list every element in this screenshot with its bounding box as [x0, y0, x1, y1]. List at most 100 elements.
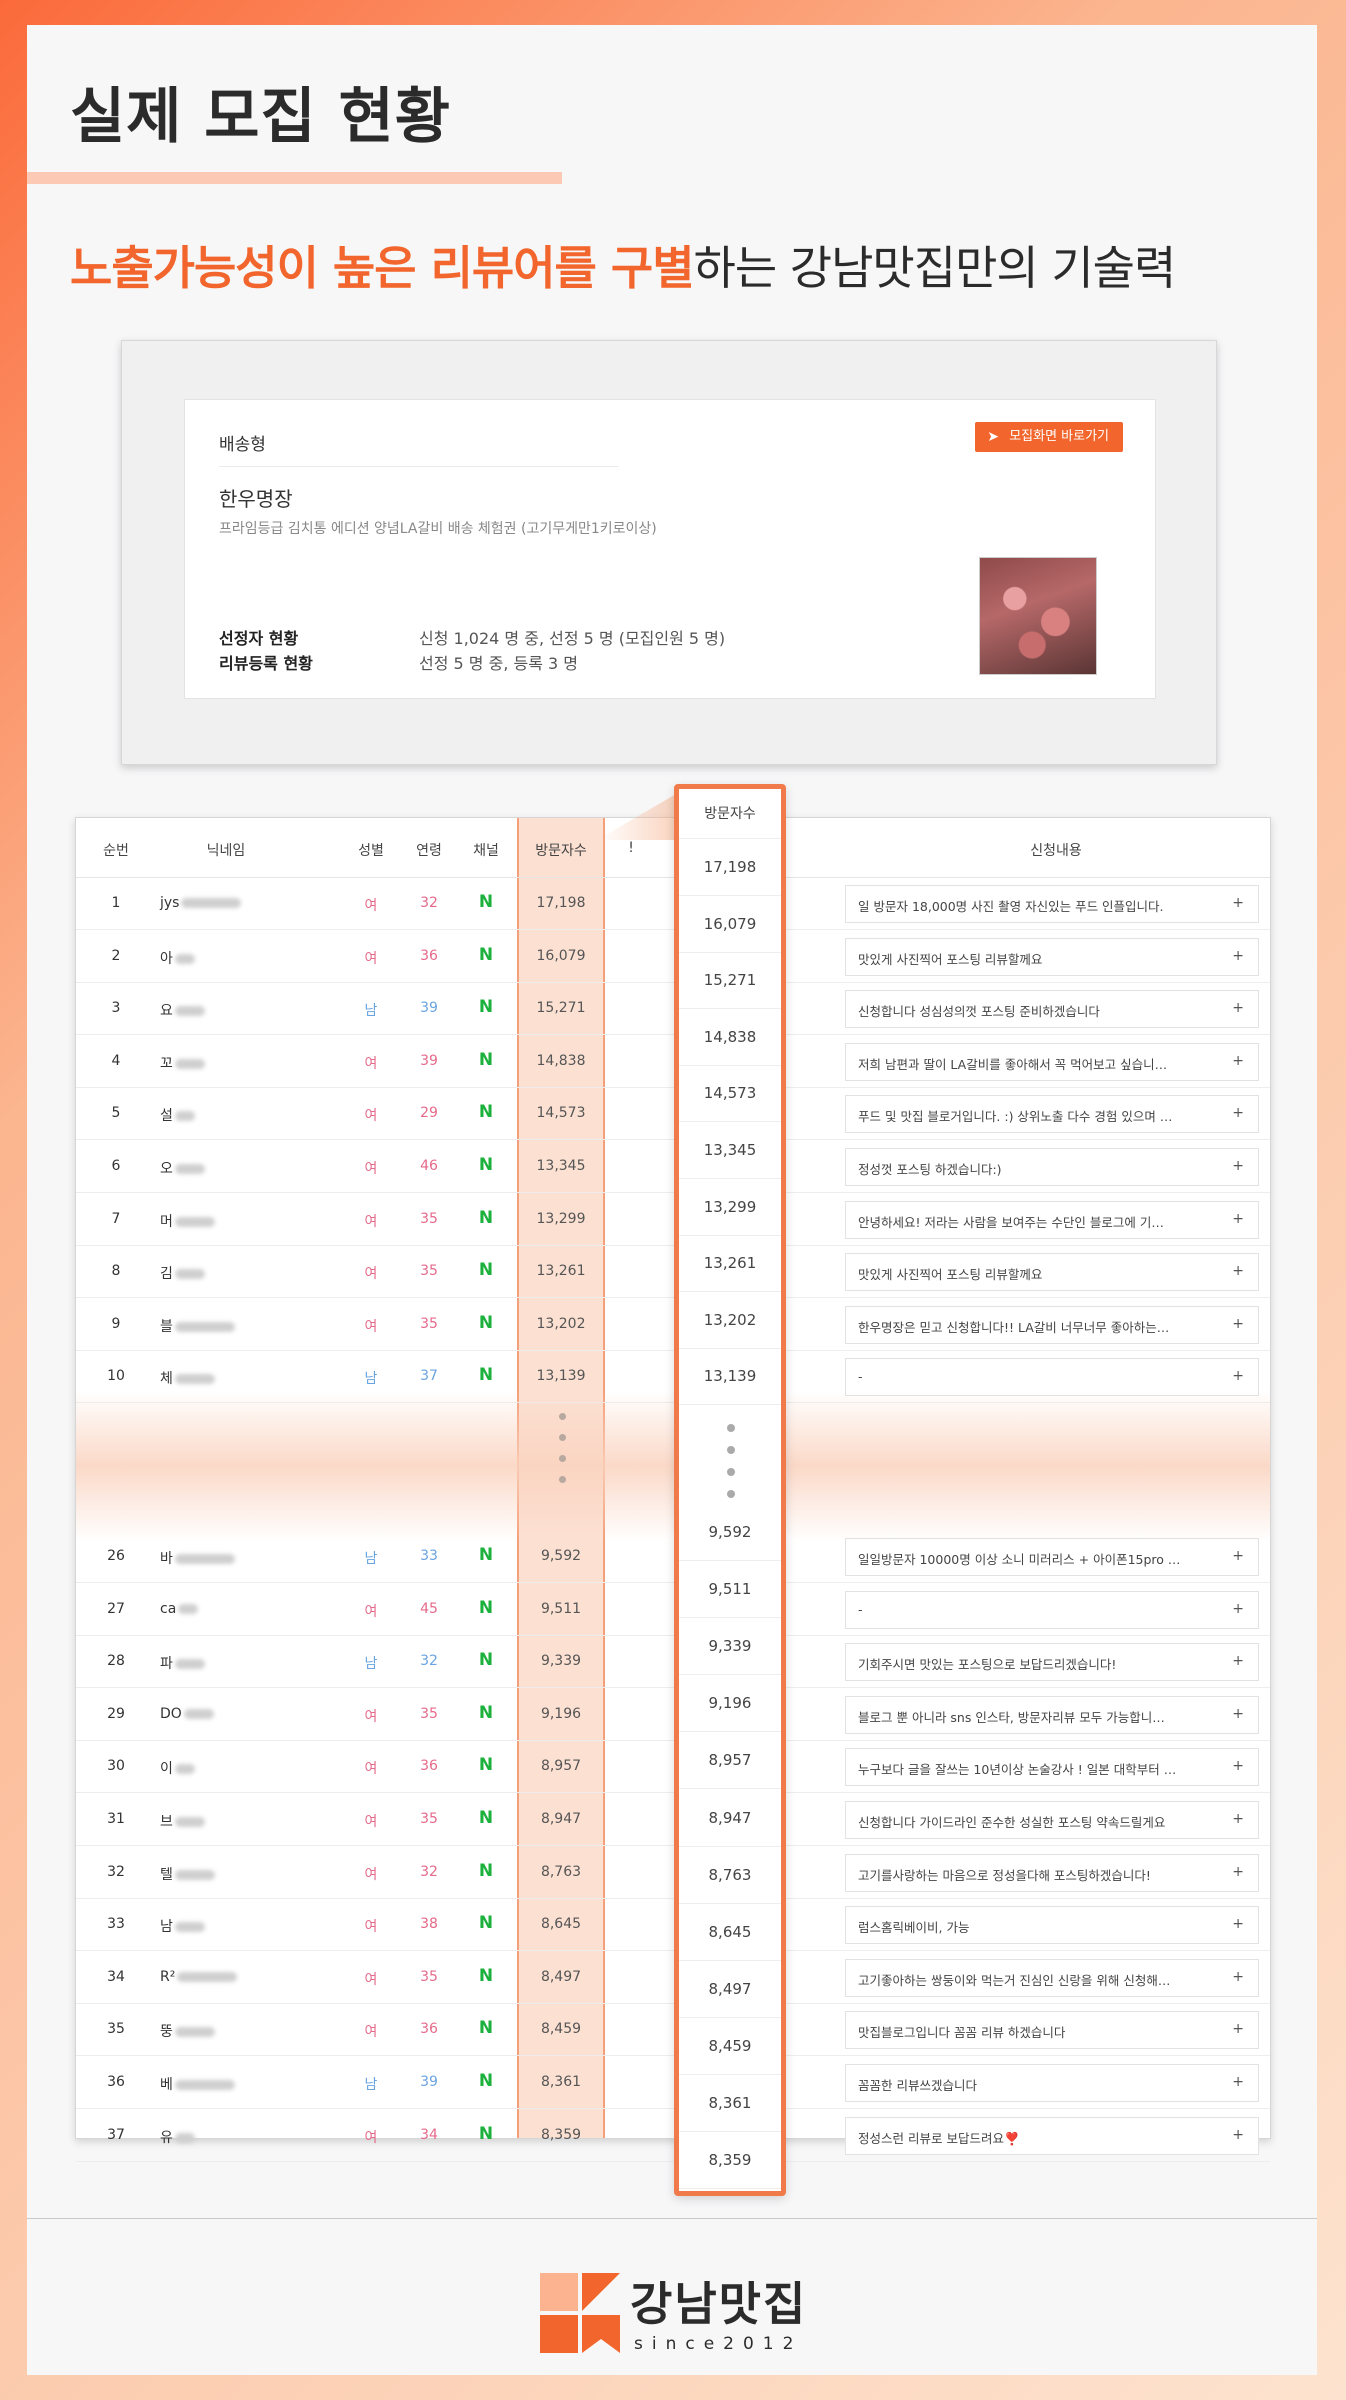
nickname-blur: [174, 1006, 205, 1017]
expand-plus-icon[interactable]: +: [1232, 1864, 1244, 1880]
expand-plus-icon[interactable]: +: [1232, 895, 1244, 911]
expand-plus-icon[interactable]: +: [1232, 1053, 1244, 1069]
nickname-blur: [174, 1164, 205, 1174]
row-visits: 16,079: [536, 947, 586, 964]
application-content[interactable]: 꼼꼼한 리뷰쓰겠습니다 +: [845, 2064, 1259, 2102]
application-content[interactable]: 신청합니다 성심성의껏 포스팅 준비하겠습니다 +: [845, 990, 1259, 1029]
naver-channel-icon: N: [478, 1365, 494, 1386]
row-nickname[interactable]: DO: [160, 1706, 320, 1722]
table-row: 37 유 여 34 N 8,359 정성스런 리뷰로 보답드려요❣️ +: [76, 2110, 1270, 2162]
expand-plus-icon[interactable]: +: [1232, 1653, 1244, 1669]
expand-plus-icon[interactable]: +: [1232, 948, 1244, 964]
application-content[interactable]: 안녕하세요! 저라는 사람을 보여주는 수단인 블로그에 기… +: [845, 1200, 1259, 1239]
application-content[interactable]: 맛있게 사진찍어 포스팅 리뷰할께요 +: [845, 1253, 1259, 1292]
application-content[interactable]: 맛집블로그입니다 꼼꼼 리뷰 하겠습니다 +: [845, 2011, 1259, 2050]
row-nickname[interactable]: 파: [160, 1653, 320, 1673]
row-nickname[interactable]: 아: [160, 948, 320, 968]
row-nickname[interactable]: ca: [160, 1601, 320, 1617]
application-text: 고기를사랑하는 마음으로 정성을다해 포스팅하겠습니다!: [858, 1867, 1151, 1883]
nickname-visible: DO: [160, 1705, 182, 1722]
table-row: 5 설 여 29 N 14,573 푸드 및 맛집 블로거입니다. :) 상위노출 다수 경…: [76, 1088, 1270, 1141]
expand-plus-icon[interactable]: +: [1232, 1969, 1244, 1985]
expand-plus-icon[interactable]: +: [1232, 1368, 1244, 1384]
expand-plus-icon[interactable]: +: [1232, 2074, 1244, 2090]
application-content[interactable]: 일일방문자 10000명 이상 소니 미러리스 + 아이폰15pro … +: [845, 1538, 1259, 1576]
row-nickname[interactable]: 베: [160, 2074, 320, 2094]
application-content[interactable]: 블로그 뿐 아니라 sns 인스타, 방문자리뷰 모두 가능합니… +: [845, 1695, 1259, 1734]
row-nickname[interactable]: 블: [160, 1316, 320, 1336]
application-content[interactable]: 고기좋아하는 쌍둥이와 먹는거 진심인 신랑을 위해 신청해… +: [845, 1958, 1259, 1997]
header-visits[interactable]: 방문자수: [517, 840, 605, 860]
header-extra: !: [628, 840, 634, 856]
application-content[interactable]: 기회주시면 맛있는 포스팅으로 보답드리겠습니다! +: [845, 1643, 1259, 1682]
row-nickname[interactable]: 바: [160, 1548, 320, 1568]
row-gender: 여: [364, 1055, 378, 1072]
expand-plus-icon[interactable]: +: [1232, 1158, 1244, 1174]
application-content[interactable]: 저희 남편과 딸이 LA갈비를 좋아해서 꼭 먹어보고 싶습니… +: [845, 1042, 1259, 1081]
application-text: 꼼꼼한 리뷰쓰겠습니다: [858, 2078, 977, 2093]
nickname-blur: [174, 1058, 205, 1069]
row-nickname[interactable]: 이: [160, 1758, 320, 1778]
row-nickname[interactable]: R²: [160, 1969, 320, 1985]
application-content[interactable]: 맛있게 사진찍어 포스팅 리뷰할께요 +: [845, 937, 1259, 976]
application-content[interactable]: - +: [845, 1590, 1259, 1629]
application-content[interactable]: 일 방문자 18,000명 사진 촬영 자신있는 푸드 인플입니다. +: [845, 885, 1259, 923]
row-nickname[interactable]: 남: [160, 1916, 320, 1936]
header-channel: 채널: [473, 843, 499, 859]
application-content[interactable]: 한우명장은 믿고 신청합니다!! LA갈비 너무너무 좋아하는… +: [845, 1305, 1259, 1344]
zoom-visit-cell: 13,299: [679, 1179, 781, 1236]
expand-plus-icon[interactable]: +: [1232, 1601, 1244, 1617]
expand-plus-icon[interactable]: +: [1232, 1263, 1244, 1279]
expand-plus-icon[interactable]: +: [1232, 1105, 1244, 1121]
row-gender: 여: [364, 1708, 378, 1725]
table-ellipsis-dots: [559, 1413, 567, 1497]
expand-plus-icon[interactable]: +: [1232, 1548, 1244, 1564]
expand-plus-icon[interactable]: +: [1232, 1811, 1244, 1827]
row-visits: 8,459: [540, 2021, 582, 2038]
expand-plus-icon[interactable]: +: [1232, 1000, 1244, 1016]
row-nickname[interactable]: 김: [160, 1263, 320, 1283]
application-content[interactable]: 정성스런 리뷰로 보답드려요❣️ +: [845, 2116, 1259, 2155]
expand-plus-icon[interactable]: +: [1232, 1758, 1244, 1774]
go-recruit-button[interactable]: ➤ 모집화면 바로가기: [975, 422, 1123, 452]
naver-channel-icon: N: [478, 997, 494, 1018]
expand-plus-icon[interactable]: +: [1232, 1211, 1244, 1227]
row-age: 39: [420, 2074, 438, 2090]
expand-plus-icon[interactable]: +: [1232, 1316, 1244, 1332]
row-gender: 여: [364, 1108, 378, 1125]
expand-plus-icon[interactable]: +: [1232, 1916, 1244, 1932]
application-text: 기회주시면 맛있는 포스팅으로 보답드리겠습니다!: [858, 1657, 1117, 1673]
row-nickname[interactable]: jys: [160, 895, 320, 911]
product-thumbnail: [979, 557, 1097, 675]
naver-channel-icon: N: [478, 2071, 494, 2091]
naver-channel-icon: N: [478, 1545, 494, 1565]
row-nickname[interactable]: 꼬: [160, 1053, 320, 1073]
applicant-table: 순번 닉네임 성별 연령 채널 방문자수 ! 신청내용 1 jys 여 32 N 17,1…: [75, 817, 1271, 2162]
paper-plane-icon: ➤: [987, 429, 999, 445]
row-nickname[interactable]: 오: [160, 1158, 320, 1178]
application-content[interactable]: 럼스홈릭베이비, 가능 +: [845, 1906, 1259, 1945]
expand-plus-icon[interactable]: +: [1232, 1706, 1244, 1722]
nickname-visible: 아: [160, 950, 173, 967]
naver-channel-icon: N: [478, 1913, 494, 1934]
row-nickname[interactable]: 뚱: [160, 2021, 320, 2041]
row-rank: 27: [107, 1600, 125, 1617]
application-content[interactable]: 신청합니다 가이드라인 준수한 성실한 포스팅 약속드릴게요 +: [845, 1801, 1259, 1839]
application-content[interactable]: 고기를사랑하는 마음으로 정성을다해 포스팅하겠습니다! +: [845, 1853, 1259, 1892]
row-nickname[interactable]: 체: [160, 1368, 320, 1388]
row-nickname[interactable]: 유: [160, 2127, 320, 2147]
table-row: 7 머 여 35 N 13,299 안녕하세요! 저라는 사람을 보여주는 수단인 블로그에…: [76, 1194, 1270, 1246]
application-content[interactable]: 누구보다 글을 잘쓰는 10년이상 논술강사 ! 일본 대학부터 … +: [845, 1748, 1259, 1787]
row-nickname[interactable]: 설: [160, 1105, 320, 1125]
expand-plus-icon[interactable]: +: [1232, 2021, 1244, 2037]
row-nickname[interactable]: 요: [160, 1000, 320, 1020]
row-nickname[interactable]: 브: [160, 1811, 320, 1831]
header-gender: 성별: [358, 843, 384, 859]
application-content[interactable]: 정성껏 포스팅 하겠습니다:) +: [845, 1148, 1259, 1186]
application-content[interactable]: 푸드 및 맛집 블로거입니다. :) 상위노출 다수 경험 있으며 … +: [845, 1095, 1259, 1134]
nickname-visible: 남: [160, 1919, 173, 1936]
row-nickname[interactable]: 머: [160, 1211, 320, 1231]
expand-plus-icon[interactable]: +: [1232, 2127, 1244, 2143]
zoom-visit-cell: 9,511: [679, 1561, 781, 1619]
row-nickname[interactable]: 텔: [160, 1864, 320, 1884]
